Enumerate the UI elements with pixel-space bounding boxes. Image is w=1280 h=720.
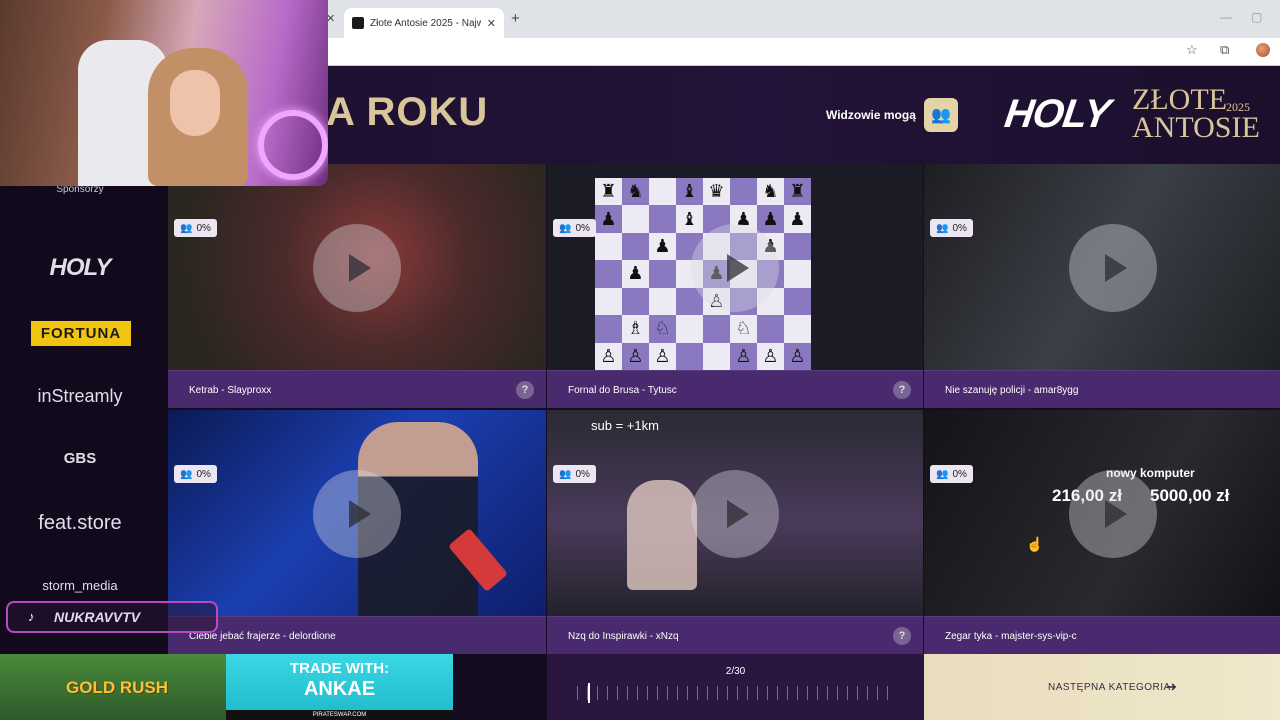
- holy-logo: HOLY: [1001, 92, 1113, 136]
- play-button[interactable]: [1069, 224, 1157, 312]
- viewers-button[interactable]: 👥: [923, 98, 958, 132]
- viewers-label: Widzowie mogą: [826, 108, 916, 122]
- bookmark-star-icon[interactable]: ☆: [1186, 42, 1198, 58]
- tab-close-icon[interactable]: ✕: [487, 17, 496, 30]
- nominee-tile[interactable]: nowy komputer 216,00 zł 5000,00 zł ☝ 👥 0%…: [924, 410, 1280, 654]
- event-logo-year: 2025: [1226, 100, 1250, 114]
- play-button[interactable]: [691, 470, 779, 558]
- pager-track[interactable]: [577, 686, 893, 700]
- nominee-label: Nzq do Inspirawki - xNzq: [568, 631, 679, 642]
- help-icon[interactable]: ?: [893, 381, 911, 399]
- nominee-tile[interactable]: ♜ ♞ ♝ ♛ ♞ ♜ ♟ ♝ ♟ ♟ ♟ ♟ ♟ ♟ ♟ ♙ ♗ ♘ ♘ ♙ ♙ ♙ ♙ ♙ ♙ 👥 0% Forn…: [547, 164, 923, 408]
- thumbnail-figure: [627, 480, 697, 590]
- users-icon: 👥: [930, 107, 951, 124]
- footer-spacer: [453, 654, 547, 720]
- trade-ad-line1: TRADE WITH:: [289, 660, 390, 677]
- help-icon[interactable]: ?: [516, 381, 534, 399]
- trade-ad-site: PIRATESWAP.COM: [226, 710, 453, 720]
- play-button[interactable]: [691, 224, 779, 312]
- streamer-name: NUKRAVVTV: [54, 609, 141, 625]
- goal-target: 5000,00 zł: [1150, 486, 1230, 505]
- sponsor-storm-media[interactable]: storm_media: [0, 578, 160, 593]
- nominee-label: Zegar tyka - majster-sys-vip-c: [945, 631, 1077, 642]
- vote-percent-badge: 👥 0%: [553, 219, 596, 237]
- arrow-right-icon: ➜: [1166, 679, 1177, 694]
- users-icon: 👥: [180, 222, 193, 234]
- profile-avatar[interactable]: [1256, 43, 1270, 57]
- users-icon: 👥: [936, 222, 949, 234]
- webcam-face: [170, 70, 220, 136]
- sponsor-instreamly[interactable]: inStreamly: [0, 386, 160, 407]
- vote-percent: 0%: [575, 222, 590, 234]
- new-tab-button[interactable]: +: [511, 10, 520, 27]
- trade-ad-line2: ANKAE: [303, 678, 376, 700]
- tab-title: Złote Antosie 2025 - Największ: [370, 17, 481, 29]
- page-title: A ROKU: [326, 90, 489, 134]
- event-logo: ZŁOTE ANTOSIE: [1132, 83, 1260, 144]
- vote-percent-badge: 👥 0%: [174, 465, 217, 483]
- tile-caption-bar: Nzq do Inspirawki - xNzq ?: [547, 616, 923, 654]
- users-icon: 👥: [936, 468, 949, 480]
- nominee-label: Nie szanuję policji - amar8ygg: [945, 385, 1079, 396]
- tile-caption-bar: Ciebie jebać frajerze - delordione: [168, 616, 546, 654]
- help-icon[interactable]: ?: [893, 627, 911, 645]
- vote-percent-badge: 👥 0%: [930, 465, 973, 483]
- webcam-ring-light: [258, 110, 328, 180]
- thumbnail-overlay-text: sub = +1km: [591, 418, 659, 433]
- tiktok-icon: ♪: [28, 609, 35, 624]
- next-category-label: NASTĘPNA KATEGORIA: [1048, 682, 1171, 693]
- vote-percent: 0%: [952, 468, 967, 480]
- sponsor-fortuna[interactable]: FORTUNA: [31, 321, 131, 346]
- play-button[interactable]: [1069, 470, 1157, 558]
- vote-percent: 0%: [575, 468, 590, 480]
- maximize-button[interactable]: ▢: [1251, 10, 1262, 24]
- favicon-icon: [352, 17, 364, 29]
- pager-counter: 2/30: [725, 666, 746, 677]
- users-icon: 👥: [559, 222, 572, 234]
- tile-caption-bar: Ketrab - Slayproxx ?: [168, 370, 546, 408]
- tile-caption-bar: Fornal do Brusa - Tytusc ?: [547, 370, 923, 408]
- users-icon: 👥: [559, 468, 572, 480]
- sponsor-gbs[interactable]: GBS: [0, 450, 160, 467]
- viewers-control: Widzowie mogą 👥: [826, 98, 958, 132]
- sponsor-holy[interactable]: HOLY: [0, 254, 160, 282]
- play-button[interactable]: [313, 224, 401, 312]
- gold-rush-ad-text: GOLD RUSH: [66, 678, 168, 697]
- extensions-icon[interactable]: ⧉: [1220, 42, 1229, 58]
- tile-caption-bar: Zegar tyka - majster-sys-vip-c: [924, 616, 1280, 654]
- vote-percent-badge: 👥 0%: [553, 465, 596, 483]
- vote-percent: 0%: [196, 222, 211, 234]
- sponsor-feat-store[interactable]: feat.store: [0, 512, 160, 535]
- vote-percent: 0%: [952, 222, 967, 234]
- nominee-tile[interactable]: 👥 0% Ciebie jebać frajerze - delordione: [168, 410, 546, 654]
- nominee-tile[interactable]: 👥 0% Nie szanuję policji - amar8ygg: [924, 164, 1280, 408]
- nominee-tile[interactable]: sub = +1km 👥 0% Nzq do Inspirawki - xNzq …: [547, 410, 923, 654]
- play-button[interactable]: [313, 470, 401, 558]
- vote-percent: 0%: [196, 468, 211, 480]
- vote-percent-badge: 👥 0%: [174, 219, 217, 237]
- vote-percent-badge: 👥 0%: [930, 219, 973, 237]
- hand-cursor-icon: ☝: [1026, 536, 1044, 552]
- nominee-label: Ketrab - Slayproxx: [189, 385, 272, 396]
- nominee-tile[interactable]: 👥 0% Ketrab - Slayproxx ?: [168, 164, 546, 408]
- tile-caption-bar: Nie szanuję policji - amar8ygg: [924, 370, 1280, 408]
- pager-current-marker: [587, 683, 590, 703]
- users-icon: 👥: [180, 468, 193, 480]
- streamer-webcam: [0, 0, 328, 186]
- minimize-button[interactable]: —: [1220, 10, 1232, 24]
- nominee-label: Fornal do Brusa - Tytusc: [568, 385, 677, 396]
- browser-tab[interactable]: Złote Antosie 2025 - Największ ✕: [344, 8, 504, 38]
